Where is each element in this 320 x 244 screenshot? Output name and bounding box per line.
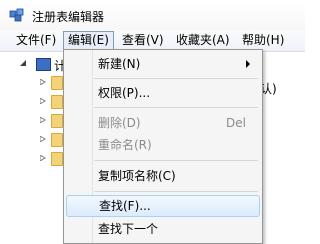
title-bar: 注册表编辑器 xyxy=(0,0,305,30)
menu-separator xyxy=(94,78,258,79)
menu-item-label: 删除(D) xyxy=(98,116,141,130)
menu-item-label: 查找下一个 xyxy=(98,222,159,236)
menu-item-label: 复制项名称(C) xyxy=(98,169,176,183)
menu-favorites[interactable]: 收藏夹(A) xyxy=(172,31,234,50)
menu-item-find[interactable]: 查找(F)... xyxy=(66,195,260,217)
expand-arrow-icon[interactable] xyxy=(40,117,46,123)
expand-arrow-icon[interactable] xyxy=(40,98,46,104)
folder-icon xyxy=(51,114,63,128)
menu-separator xyxy=(94,107,258,108)
window-title: 注册表编辑器 xyxy=(32,10,105,24)
menu-separator xyxy=(94,160,258,161)
folder-icon xyxy=(51,152,63,166)
folder-icon xyxy=(51,76,63,90)
regedit-icon xyxy=(9,8,24,22)
menu-separator xyxy=(94,191,258,192)
menu-item-delete[interactable]: 删除(D) Del xyxy=(66,112,258,134)
menu-item-copy-key-name[interactable]: 复制项名称(C) xyxy=(66,165,258,187)
expand-arrow-icon[interactable] xyxy=(40,136,46,142)
menu-item-label: 新建(N) xyxy=(98,57,141,71)
folder-icon xyxy=(51,133,63,147)
menu-help[interactable]: 帮助(H) xyxy=(238,31,288,50)
menu-item-label: 查找(F)... xyxy=(99,199,151,213)
menu-item-find-next[interactable]: 查找下一个 xyxy=(66,218,258,240)
folder-icon xyxy=(51,95,63,109)
menu-item-permissions[interactable]: 权限(P)... xyxy=(66,82,258,104)
menu-item-label: 权限(P)... xyxy=(98,86,151,100)
expand-arrow-icon[interactable] xyxy=(40,79,46,85)
collapse-arrow-icon[interactable] xyxy=(20,60,26,66)
menu-item-shortcut: Del xyxy=(226,116,246,130)
menu-file[interactable]: 文件(F) xyxy=(12,31,60,50)
menu-view[interactable]: 查看(V) xyxy=(118,31,168,50)
submenu-arrow-icon xyxy=(246,60,250,68)
edit-menu-dropdown: 新建(N) 权限(P)... 删除(D) Del 重命名(R) 复制项名称(C)… xyxy=(63,49,263,244)
expand-arrow-icon[interactable] xyxy=(40,155,46,161)
computer-icon xyxy=(36,58,51,71)
menu-item-rename[interactable]: 重命名(R) xyxy=(66,134,258,156)
menu-item-new[interactable]: 新建(N) xyxy=(66,53,258,75)
menu-item-label: 重命名(R) xyxy=(98,138,152,152)
